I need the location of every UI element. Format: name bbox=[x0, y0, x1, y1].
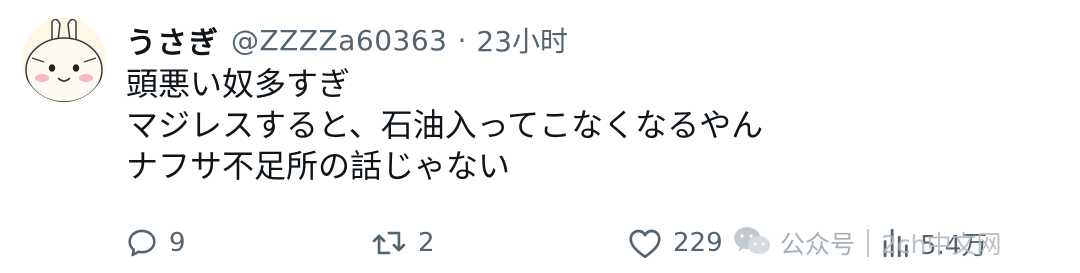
tweet-line: 頭悪い奴多すぎ bbox=[126, 65, 351, 103]
tweet-text: 頭悪い奴多すぎ マジレスすると、石油入ってこなくなるやん ナフサ不足所の話じゃな… bbox=[126, 64, 1006, 187]
timestamp[interactable]: 23小时 bbox=[476, 20, 568, 60]
tweet-header: うさぎ @ZZZZa60363 · 23小时 bbox=[126, 18, 568, 62]
watermark: 公众号 2ch中文网 bbox=[732, 224, 1002, 262]
separator-dot: · bbox=[457, 23, 467, 57]
heart-icon bbox=[627, 226, 663, 260]
retweet-button[interactable]: 2 bbox=[370, 226, 435, 260]
display-name[interactable]: うさぎ bbox=[126, 18, 219, 62]
reply-button[interactable]: 9 bbox=[125, 226, 186, 260]
reply-count: 9 bbox=[169, 228, 186, 258]
tweet-line: ナフサ不足所の話じゃない bbox=[126, 147, 511, 185]
watermark-account: 公众号 bbox=[780, 230, 856, 259]
retweet-icon bbox=[370, 226, 408, 260]
avatar-image bbox=[22, 18, 106, 102]
watermark-site: 2ch中文网 bbox=[881, 230, 1002, 259]
wechat-icon bbox=[732, 224, 772, 262]
like-button[interactable]: 229 bbox=[627, 226, 723, 260]
avatar[interactable] bbox=[22, 18, 106, 102]
tweet-line: マジレスすると、石油入ってこなくなるやん bbox=[126, 106, 764, 144]
speech-bubble-icon bbox=[125, 226, 159, 260]
watermark-divider bbox=[867, 229, 870, 257]
like-count: 229 bbox=[673, 228, 723, 258]
retweet-count: 2 bbox=[418, 228, 435, 258]
user-handle[interactable]: @ZZZZa60363 bbox=[231, 24, 447, 57]
